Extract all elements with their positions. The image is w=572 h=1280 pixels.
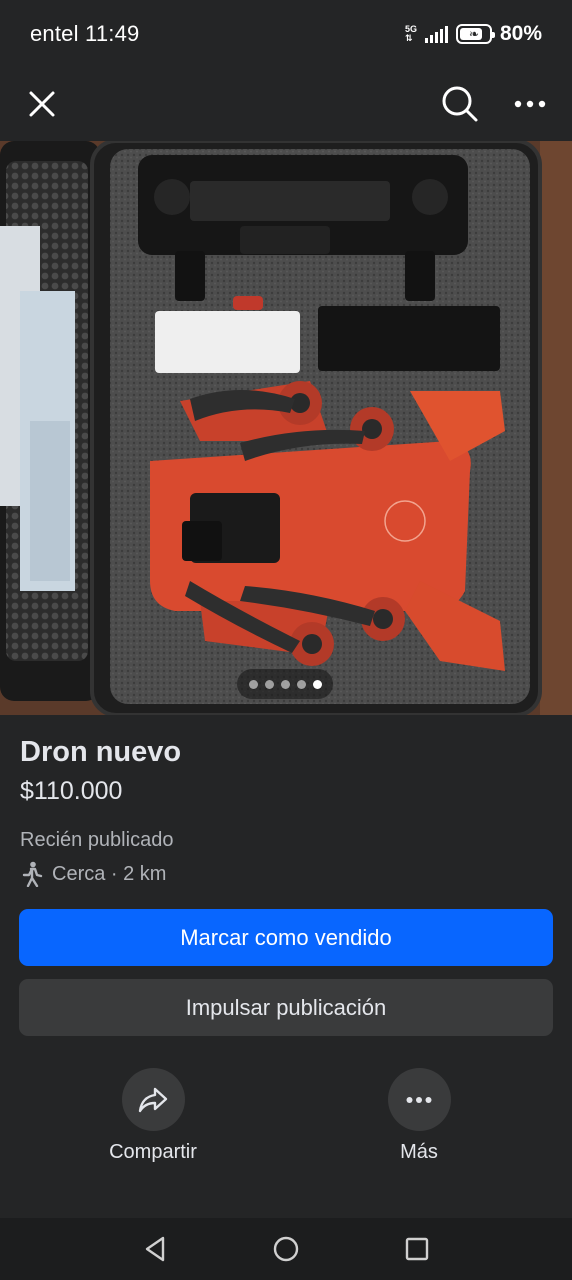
network-indicator: 5G ⇅: [405, 25, 417, 43]
more-action[interactable]: Más: [339, 1068, 499, 1164]
more-icon: [406, 1096, 432, 1103]
leaf-icon: ❧: [468, 27, 479, 41]
carrier-label: entel: [30, 21, 79, 46]
top-bar: [0, 68, 572, 140]
carousel-dot: [296, 679, 306, 689]
more-options-button[interactable]: [506, 80, 554, 128]
share-button[interactable]: [121, 1068, 185, 1131]
nav-recents-button[interactable]: [393, 1225, 441, 1273]
search-button[interactable]: [436, 80, 484, 128]
close-icon: [29, 91, 55, 117]
nav-home-button[interactable]: [262, 1225, 310, 1273]
battery-percent: 80%: [499, 22, 542, 45]
listing-details: Dron nuevo $110.000 Recién publicado Cer…: [20, 735, 552, 887]
close-button[interactable]: [18, 80, 66, 128]
walking-icon: [22, 861, 43, 887]
status-indicators: 5G ⇅ ❧ 80%: [405, 22, 542, 46]
carousel-dot: [264, 679, 274, 689]
share-label: Compartir: [109, 1141, 197, 1163]
share-action[interactable]: Compartir: [73, 1068, 233, 1164]
listing-posted-time: Recién publicado: [20, 829, 174, 851]
listing-photo[interactable]: [0, 141, 572, 715]
listing-actions: Compartir Más: [0, 1068, 572, 1168]
battery-icon: ❧: [455, 24, 495, 44]
boost-listing-button[interactable]: Impulsar publicación: [19, 979, 553, 1036]
location-text: Cerca · 2 km: [52, 863, 167, 885]
clock: 11:49: [85, 21, 140, 46]
signal-icon: [424, 25, 448, 43]
nav-back-button[interactable]: [131, 1225, 179, 1273]
listing-title: Dron nuevo: [20, 736, 182, 768]
listing-location: Cerca · 2 km: [20, 861, 552, 887]
listing-price: $110.000: [20, 777, 123, 805]
carousel-dot: [248, 679, 258, 689]
status-carrier-time: entel 11:49: [30, 21, 139, 47]
status-bar: entel 11:49 5G ⇅ ❧ 80%: [0, 0, 572, 68]
search-icon: [442, 86, 478, 122]
photo-carousel-indicator: [237, 669, 333, 699]
more-button[interactable]: [387, 1068, 451, 1131]
share-icon: [138, 1087, 168, 1112]
home-icon: [273, 1236, 299, 1262]
carousel-dot: [280, 679, 290, 689]
recents-icon: [405, 1237, 428, 1261]
data-arrows-icon: ⇅: [404, 33, 413, 43]
system-nav-bar: [0, 1218, 572, 1280]
drone-photo-image: [0, 141, 572, 715]
back-icon: [146, 1236, 165, 1262]
mark-as-sold-button[interactable]: Marcar como vendido: [19, 909, 553, 966]
more-icon: [514, 100, 546, 108]
carousel-dot: [312, 679, 322, 689]
more-label: Más: [400, 1141, 438, 1163]
